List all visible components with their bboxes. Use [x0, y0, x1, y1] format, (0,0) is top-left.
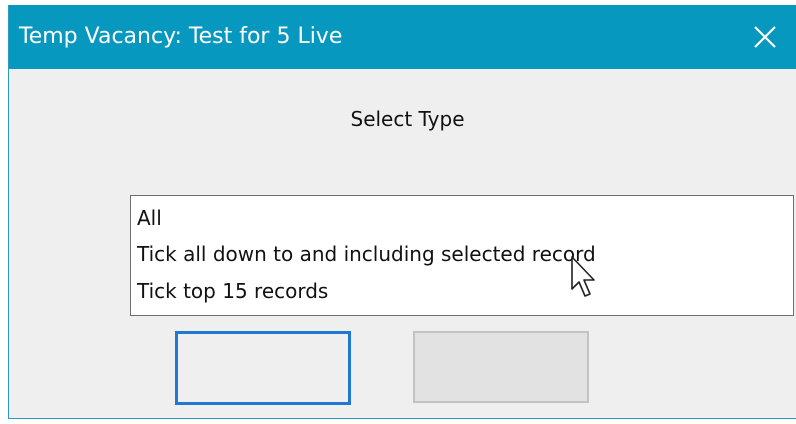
window-title: Temp Vacancy: Test for 5 Live [19, 24, 343, 49]
title-bar: Temp Vacancy: Test for 5 Live [9, 5, 796, 69]
close-icon [754, 26, 776, 48]
mouse-pointer-icon [571, 256, 595, 297]
type-dropdown-list: All Tick all down to and including selec… [130, 195, 794, 316]
cancel-button[interactable] [413, 331, 589, 403]
select-type-label: Select Type [350, 107, 465, 131]
option-tick-top-15[interactable]: Tick top 15 records [137, 279, 328, 303]
option-all[interactable]: All [137, 206, 162, 230]
close-button[interactable] [740, 15, 790, 59]
ok-button[interactable] [175, 331, 351, 405]
option-tick-down-to-selected[interactable]: Tick all down to and including selected … [137, 242, 596, 266]
